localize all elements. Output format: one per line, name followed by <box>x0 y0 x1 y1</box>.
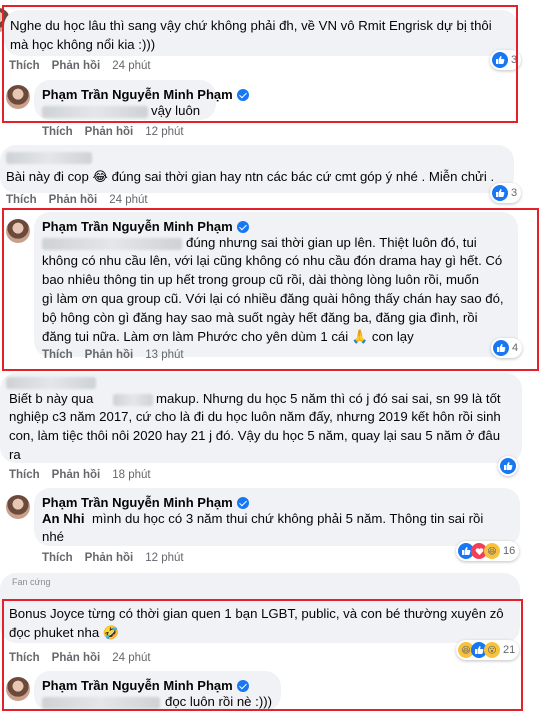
reply-button[interactable]: Phản hồi <box>85 126 134 138</box>
comment-text: Biết b này qua <box>9 391 94 406</box>
comment-actions: Thích Phản hồi 12 phút <box>42 552 184 564</box>
like-button[interactable]: Thích <box>9 469 40 481</box>
comment-author[interactable]: Phạm Trần Nguyễn Minh Phạm <box>42 495 249 510</box>
comment-text: makup. Nhưng du học 5 năm thì có j đó sa… <box>156 391 501 406</box>
like-button[interactable]: Thích <box>42 126 73 138</box>
like-button[interactable]: Thích <box>6 194 37 206</box>
blurred-author <box>6 152 92 164</box>
author-name[interactable]: Phạm Trần Nguyễn Minh Phạm <box>42 495 233 510</box>
verified-badge-icon <box>236 496 249 509</box>
like-button[interactable]: Thích <box>42 552 73 564</box>
highlight-box <box>2 5 518 123</box>
comment-text: mình du học có 3 năm thui chứ không phải… <box>92 511 484 526</box>
timestamp[interactable]: 12 phút <box>145 552 183 564</box>
highlight-box <box>2 208 539 371</box>
comment-actions: Thích Phản hồi 24 phút <box>6 194 148 206</box>
like-reaction-icon <box>492 185 508 201</box>
reaction-count[interactable]: 3 <box>490 183 522 203</box>
like-reaction-icon <box>500 458 516 474</box>
comment-text: nhé <box>42 529 65 544</box>
reaction-count-label: 3 <box>511 187 518 199</box>
timestamp[interactable]: 12 phút <box>145 126 183 138</box>
reply-button[interactable]: Phản hồi <box>49 194 98 206</box>
haha-reaction-icon: 😆 <box>484 543 500 559</box>
comment-text: nghiệp c3 năm 2017, cứ cho là đi du học … <box>9 409 501 462</box>
highlight-box <box>2 599 523 711</box>
fan-badge: Fan cứng <box>12 577 51 587</box>
comment-actions: Thích Phản hồi 18 phút <box>9 469 151 481</box>
timestamp[interactable]: 24 phút <box>109 194 147 206</box>
mention-tag[interactable]: An Nhi <box>42 509 85 528</box>
reply-button[interactable]: Phản hồi <box>85 552 134 564</box>
reaction-count-label: 16 <box>503 545 516 557</box>
blurred-mention <box>113 394 153 406</box>
comment-text: Bài này đi cop 😂 đúng sai thời gian hay … <box>6 169 495 184</box>
reply-button[interactable]: Phản hồi <box>52 469 101 481</box>
blurred-author <box>6 377 96 389</box>
timestamp[interactable]: 18 phút <box>112 469 150 481</box>
reaction-count[interactable] <box>498 456 518 476</box>
comment-actions: Thích Phản hồi 12 phút <box>42 126 184 138</box>
avatar[interactable] <box>6 495 30 519</box>
reaction-count[interactable]: 😆 16 <box>456 541 520 561</box>
